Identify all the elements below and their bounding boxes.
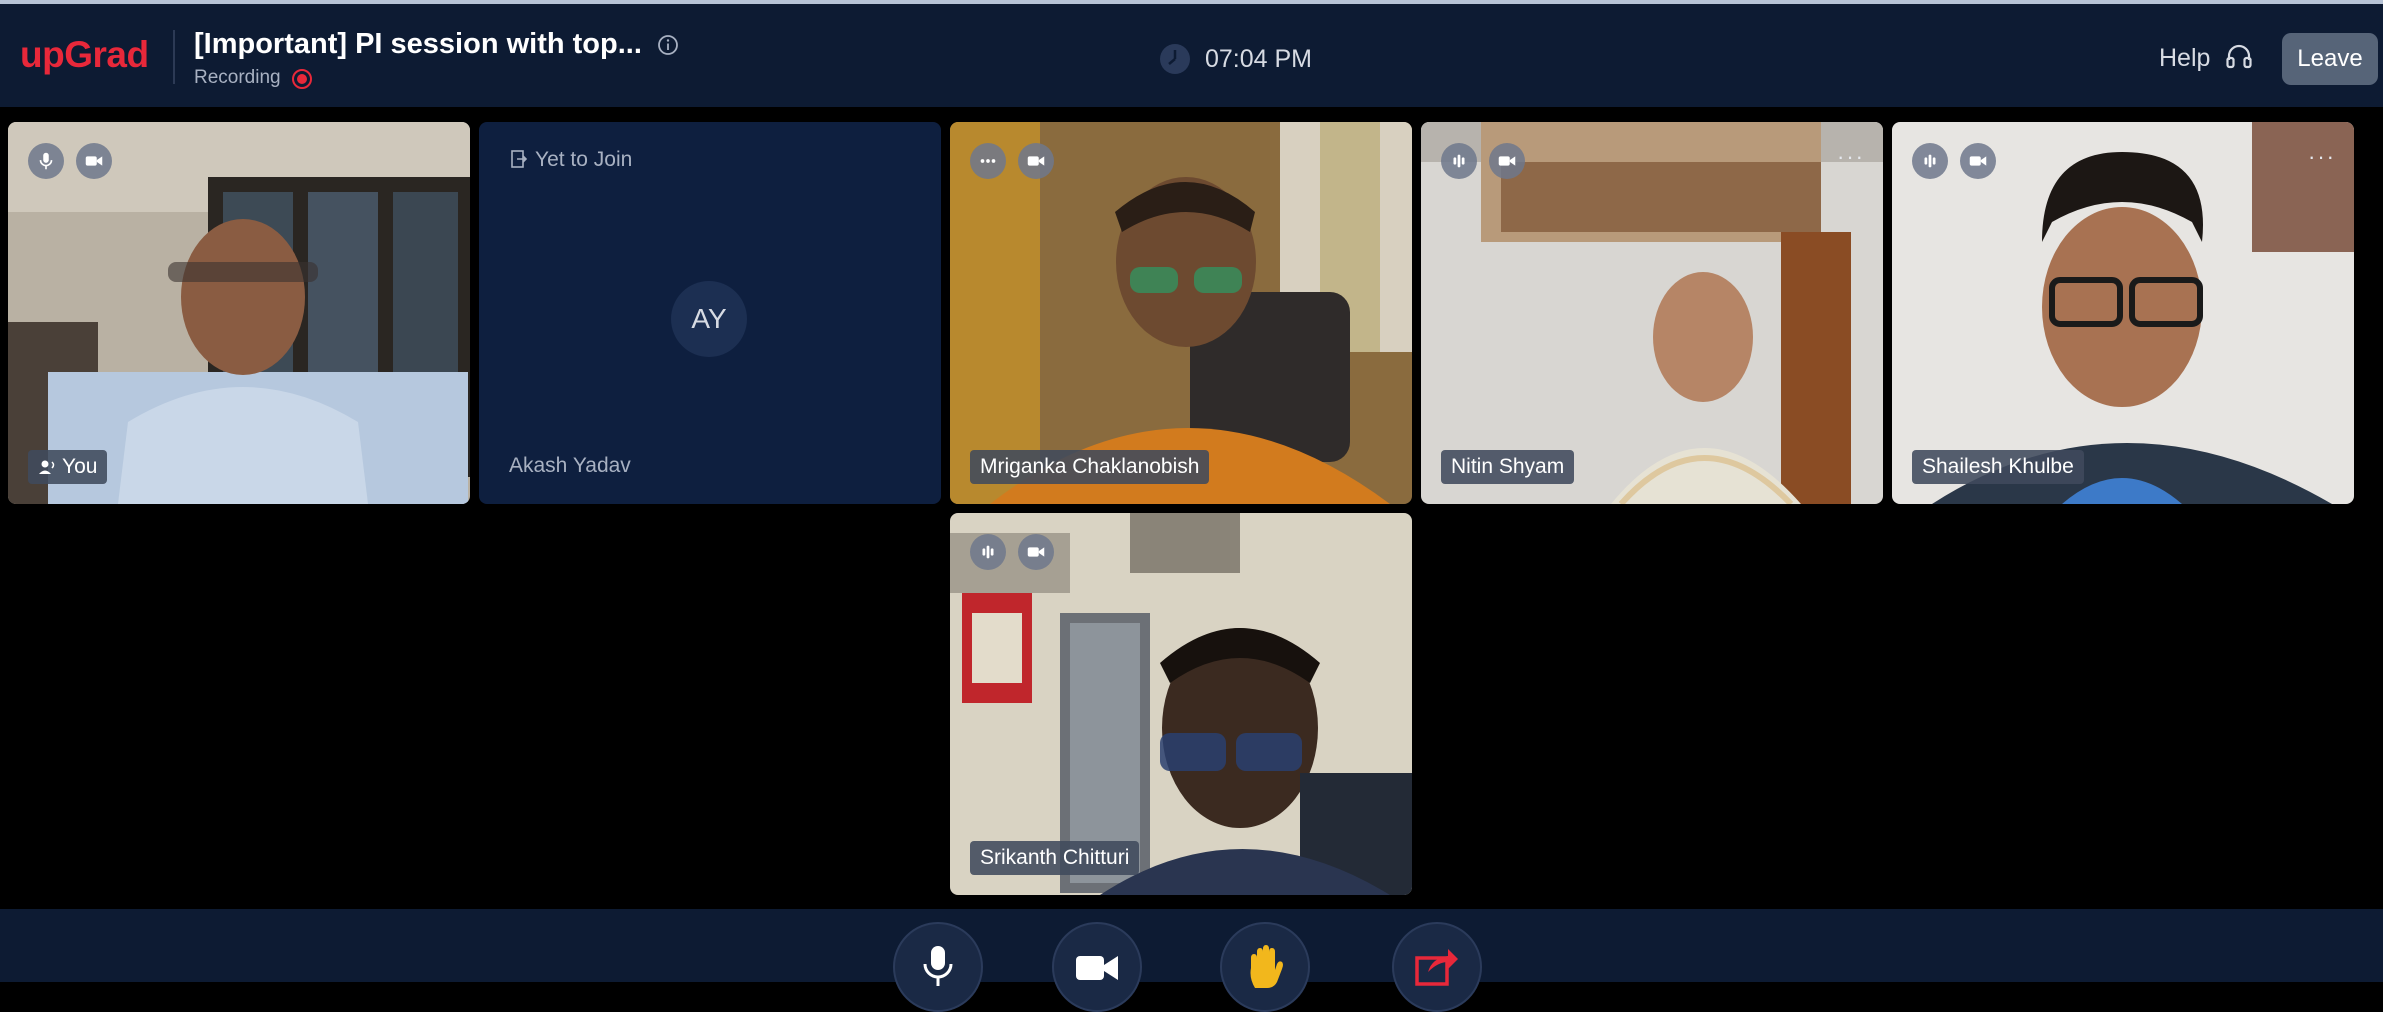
share-screen-button[interactable] [1392, 922, 1482, 1012]
yet-to-join-status: Yet to Join [509, 148, 632, 172]
participant-tile-you[interactable]: You [8, 122, 470, 504]
participant-name: Mriganka Chaklanobish [980, 455, 1200, 478]
header-divider [173, 30, 175, 84]
mic-status[interactable] [28, 143, 64, 179]
video-feed [950, 513, 1412, 895]
participant-name-tag: You [28, 450, 108, 484]
participant-tile-akash-yadav[interactable]: Yet to Join AY Akash Yadav [479, 122, 941, 504]
video-status[interactable] [1018, 534, 1054, 570]
audio-level-icon [1453, 154, 1465, 168]
raise-hand-icon [1250, 945, 1283, 988]
participant-name: Srikanth Chitturi [980, 846, 1130, 869]
join-door-icon [511, 150, 528, 168]
participant-tile-mriganka-chaklanobish[interactable]: Mriganka Chaklanobish [950, 122, 1412, 504]
participant-tile-nitin-shyam[interactable]: ··· Nitin Shyam [1421, 122, 1883, 504]
speaking-icon [39, 460, 55, 475]
video-status[interactable] [1960, 143, 1996, 179]
participant-name: Nitin Shyam [1451, 455, 1565, 478]
header-bar: upGrad [Important] PI session with top..… [0, 4, 2383, 107]
participant-tile-srikanth-chitturi[interactable]: Srikanth Chitturi [950, 513, 1412, 895]
help-link[interactable]: Help [2159, 44, 2210, 73]
video-status[interactable] [1018, 143, 1054, 179]
video-camera-icon [85, 156, 103, 166]
participant-name: Akash Yadav [509, 454, 631, 477]
more-options-icon[interactable]: ··· [2308, 144, 2336, 170]
recording-dot-icon [292, 69, 312, 89]
audio-status[interactable] [1441, 143, 1477, 179]
session-time: 07:04 PM [1205, 45, 1313, 73]
camera-button[interactable] [1052, 922, 1142, 1012]
video-feed [950, 122, 1412, 504]
participant-name: You [62, 455, 98, 478]
share-icon [1415, 949, 1458, 986]
video-camera-icon [1969, 156, 1987, 166]
participant-name-tag: Nitin Shyam [1441, 450, 1575, 484]
audio-level-icon [982, 545, 994, 559]
participant-tile-shailesh-khulbe[interactable]: ··· Shailesh Khulbe [1892, 122, 2354, 504]
video-camera-icon [1027, 547, 1045, 557]
participant-name-tag: Srikanth Chitturi [970, 841, 1140, 875]
microphone-icon [923, 946, 953, 986]
participant-name: Shailesh Khulbe [1922, 455, 2074, 478]
more-status[interactable] [970, 143, 1006, 179]
audio-level-icon [1924, 154, 1936, 168]
video-feed [8, 122, 470, 504]
video-status[interactable] [76, 143, 112, 179]
video-feed [1892, 122, 2354, 504]
raise-hand-button[interactable] [1220, 922, 1310, 1012]
upgrad-logo[interactable]: upGrad [20, 34, 149, 76]
participant-name-tag: Mriganka Chaklanobish [970, 450, 1210, 484]
more-options-icon[interactable]: ··· [1837, 144, 1865, 170]
leave-button[interactable]: Leave [2282, 33, 2378, 85]
video-feed [1421, 122, 1883, 504]
clock-icon [1160, 44, 1190, 74]
audio-status[interactable] [970, 534, 1006, 570]
info-icon[interactable] [656, 33, 680, 57]
avatar: AY [671, 281, 747, 357]
microphone-button[interactable] [893, 922, 983, 1012]
more-icon [980, 159, 996, 163]
control-bar [0, 909, 2383, 1012]
participant-name-tag: Shailesh Khulbe [1912, 450, 2084, 484]
headset-icon[interactable] [2224, 42, 2254, 72]
mic-icon [39, 152, 53, 170]
session-title: [Important] PI session with top... [194, 28, 642, 60]
video-camera-icon [1076, 956, 1118, 980]
recording-label: Recording [194, 67, 281, 88]
video-camera-icon [1498, 156, 1516, 166]
audio-status[interactable] [1912, 143, 1948, 179]
video-camera-icon [1027, 156, 1045, 166]
video-status[interactable] [1489, 143, 1525, 179]
yet-to-join-label: Yet to Join [535, 148, 633, 171]
